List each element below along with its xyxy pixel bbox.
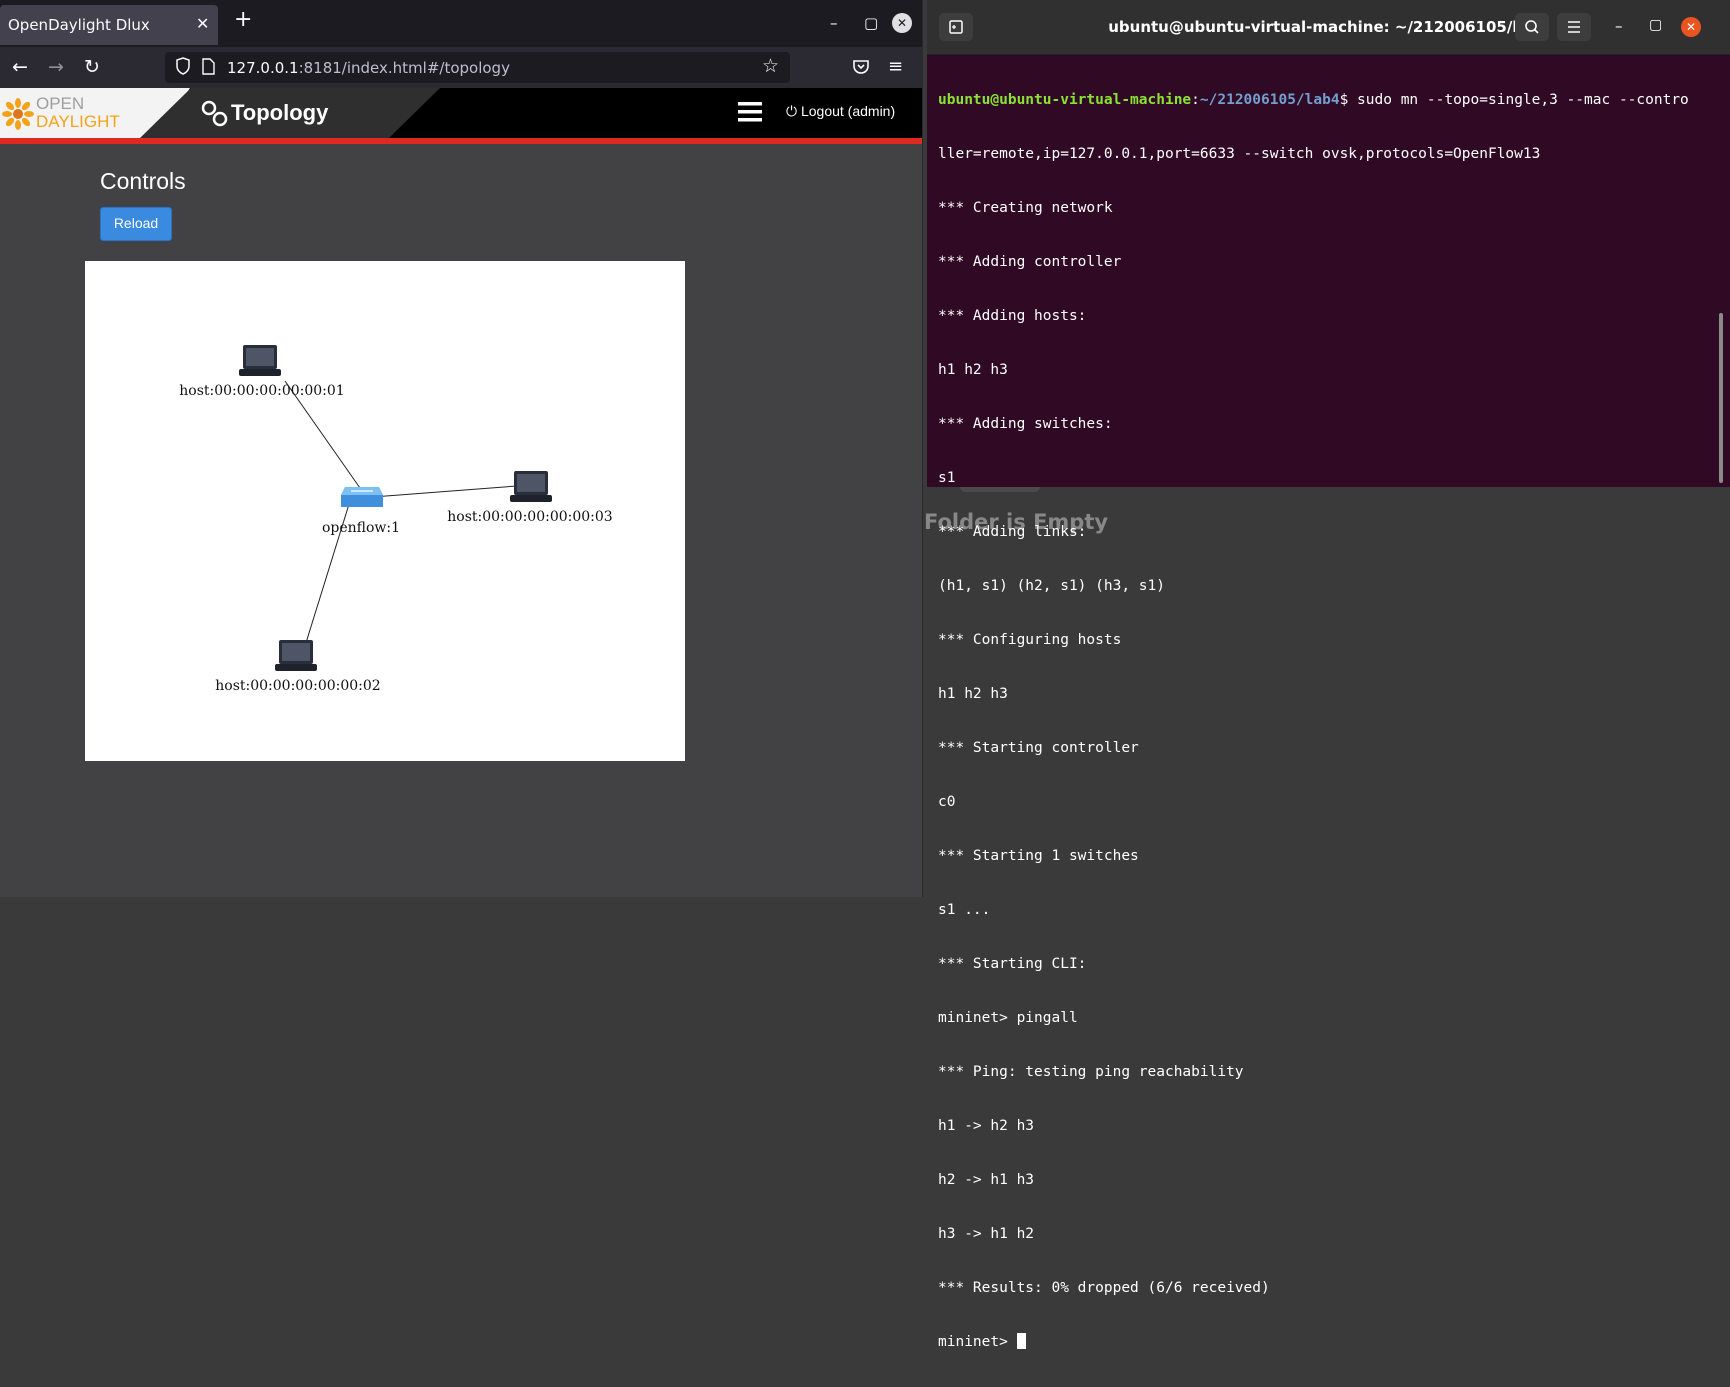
terminal-line: h3 -> h1 h2	[938, 1226, 1035, 1242]
switch-label: openflow:1	[322, 520, 400, 536]
terminal-line: *** Creating network	[938, 200, 1113, 216]
terminal-line: mininet> pingall	[938, 1010, 1078, 1026]
controls-heading: Controls	[100, 168, 186, 194]
current-prompt-line[interactable]: mininet>	[938, 1333, 1723, 1351]
hamburger-menu-icon	[1568, 21, 1580, 33]
logo-text-daylight: DAYLIGHT	[36, 112, 120, 131]
bookmark-star-icon[interactable]: ☆	[762, 55, 779, 77]
terminal-line: *** Starting 1 switches	[938, 848, 1139, 864]
logo-text-open: OPEN	[36, 94, 85, 113]
minimize-icon[interactable]: –	[1615, 17, 1623, 35]
browser-window: OpenDaylight Dlux ✕ + – ▢ ✕ ← → ↻ 127.0.…	[0, 0, 923, 897]
logout-label: Logout (admin)	[800, 103, 896, 119]
close-window-icon[interactable]: ✕	[892, 13, 912, 33]
terminal-line: *** Ping: testing ping reachability	[938, 1064, 1244, 1080]
host-node-1[interactable]	[239, 345, 281, 376]
close-window-icon[interactable]: ✕	[1681, 17, 1701, 37]
terminal-titlebar: ubuntu@ubuntu-virtual-machine: ~/2120061…	[927, 0, 1730, 55]
url-bar[interactable]: 127.0.0.1:8181/index.html#/topology ☆	[165, 52, 790, 83]
terminal-line: *** Configuring hosts	[938, 632, 1122, 648]
switch-node[interactable]	[341, 487, 383, 507]
topology-svg: host:00:00:00:00:00:01 openflow:1 host:0…	[179, 345, 613, 694]
hamburger-menu-icon[interactable]	[738, 101, 762, 127]
pocket-icon[interactable]	[852, 58, 870, 80]
forward-arrow-icon[interactable]: →	[48, 56, 64, 78]
header-accent-bar	[0, 138, 922, 144]
terminal-line: h1 h2 h3	[938, 686, 1008, 702]
search-button[interactable]	[1515, 13, 1549, 41]
host-label-1: host:00:00:00:00:00:01	[179, 383, 344, 399]
odl-header: OPEN DAYLIGHT Topology ⏻ Logout (admin)	[0, 88, 922, 138]
reload-button[interactable]: Reload	[100, 207, 172, 241]
terminal-scrollbar[interactable]	[1719, 313, 1723, 483]
hamburger-menu-icon[interactable]: ≡	[888, 56, 903, 77]
terminal-line: h1 h2 h3	[938, 362, 1008, 378]
terminal-line: s1 ...	[938, 902, 991, 918]
minimize-icon[interactable]: –	[830, 14, 838, 32]
terminal-line: *** Starting CLI:	[938, 956, 1087, 972]
current-prompt: mininet>	[938, 1334, 1017, 1350]
url-host: 127.0.0.1	[227, 59, 299, 77]
new-tab-icon[interactable]: +	[234, 9, 252, 31]
url-text: 127.0.0.1:8181/index.html#/topology	[227, 59, 510, 77]
topology-graph[interactable]: host:00:00:00:00:00:01 openflow:1 host:0…	[85, 261, 685, 761]
host-node-3[interactable]	[510, 471, 552, 502]
shield-icon[interactable]	[175, 57, 191, 79]
text-cursor	[1016, 1333, 1026, 1349]
tab-title: OpenDaylight Dlux	[8, 16, 150, 34]
terminal-line: s1	[938, 470, 956, 486]
back-arrow-icon[interactable]: ←	[12, 56, 28, 78]
host-label-2: host:00:00:00:00:00:02	[215, 678, 380, 694]
terminal-output[interactable]: ubuntu@ubuntu-virtual-machine:~/21200610…	[938, 55, 1723, 1350]
logout-button[interactable]: ⏻ Logout (admin)	[786, 103, 895, 120]
tab-bar: OpenDaylight Dlux ✕ + – ▢ ✕	[0, 0, 922, 47]
maximize-icon[interactable]: ▢	[864, 14, 878, 32]
maximize-icon[interactable]: ▢	[1649, 17, 1662, 33]
topology-icon	[200, 99, 228, 131]
url-path: :8181/index.html#/topology	[298, 59, 510, 77]
link-host3-switch	[359, 484, 531, 499]
reload-icon[interactable]: ↻	[84, 56, 100, 78]
command-text: $ sudo mn --topo=single,3 --mac --contro	[1339, 92, 1689, 108]
power-icon: ⏻	[786, 103, 798, 119]
prompt-user: ubuntu@ubuntu-virtual-machine	[938, 92, 1192, 108]
terminal-line: c0	[938, 794, 956, 810]
terminal-line: *** Results: 0% dropped (6/6 received)	[938, 1280, 1270, 1296]
prompt-path: ~/212006105/lab4	[1199, 92, 1340, 108]
prompt-colon: :	[1191, 92, 1200, 108]
search-icon	[1525, 20, 1539, 34]
terminal-line: h1 -> h2 h3	[938, 1118, 1035, 1134]
terminal-line: h2 -> h1 h3	[938, 1172, 1035, 1188]
command-line: ubuntu@ubuntu-virtual-machine:~/21200610…	[938, 91, 1723, 109]
page-title: Topology	[231, 100, 329, 125]
terminal-line: *** Starting controller	[938, 740, 1139, 756]
terminal-line: *** Adding hosts:	[938, 308, 1087, 324]
page-icon	[202, 58, 215, 79]
terminal-line: *** Adding links:	[938, 524, 1087, 540]
terminal-line: *** Adding switches:	[938, 416, 1113, 432]
host-label-3: host:00:00:00:00:00:03	[447, 509, 612, 525]
opendaylight-logo-icon	[2, 98, 34, 134]
browser-tab[interactable]: OpenDaylight Dlux ✕	[0, 5, 218, 45]
terminal-line: *** Adding controller	[938, 254, 1122, 270]
terminal-line: ller=remote,ip=127.0.0.1,port=6633 --swi…	[938, 146, 1541, 162]
host-node-2[interactable]	[275, 640, 317, 671]
terminal-title: ubuntu@ubuntu-virtual-machine: ~/2120061…	[1108, 18, 1549, 36]
navigation-bar: ← → ↻ 127.0.0.1:8181/index.html#/topolog…	[0, 47, 922, 88]
terminal-menu-button[interactable]	[1557, 13, 1591, 41]
close-tab-icon[interactable]: ✕	[196, 14, 209, 33]
terminal-line: (h1, s1) (h2, s1) (h3, s1)	[938, 578, 1165, 594]
terminal-window[interactable]: ubuntu@ubuntu-virtual-machine: ~/2120061…	[927, 0, 1730, 1350]
